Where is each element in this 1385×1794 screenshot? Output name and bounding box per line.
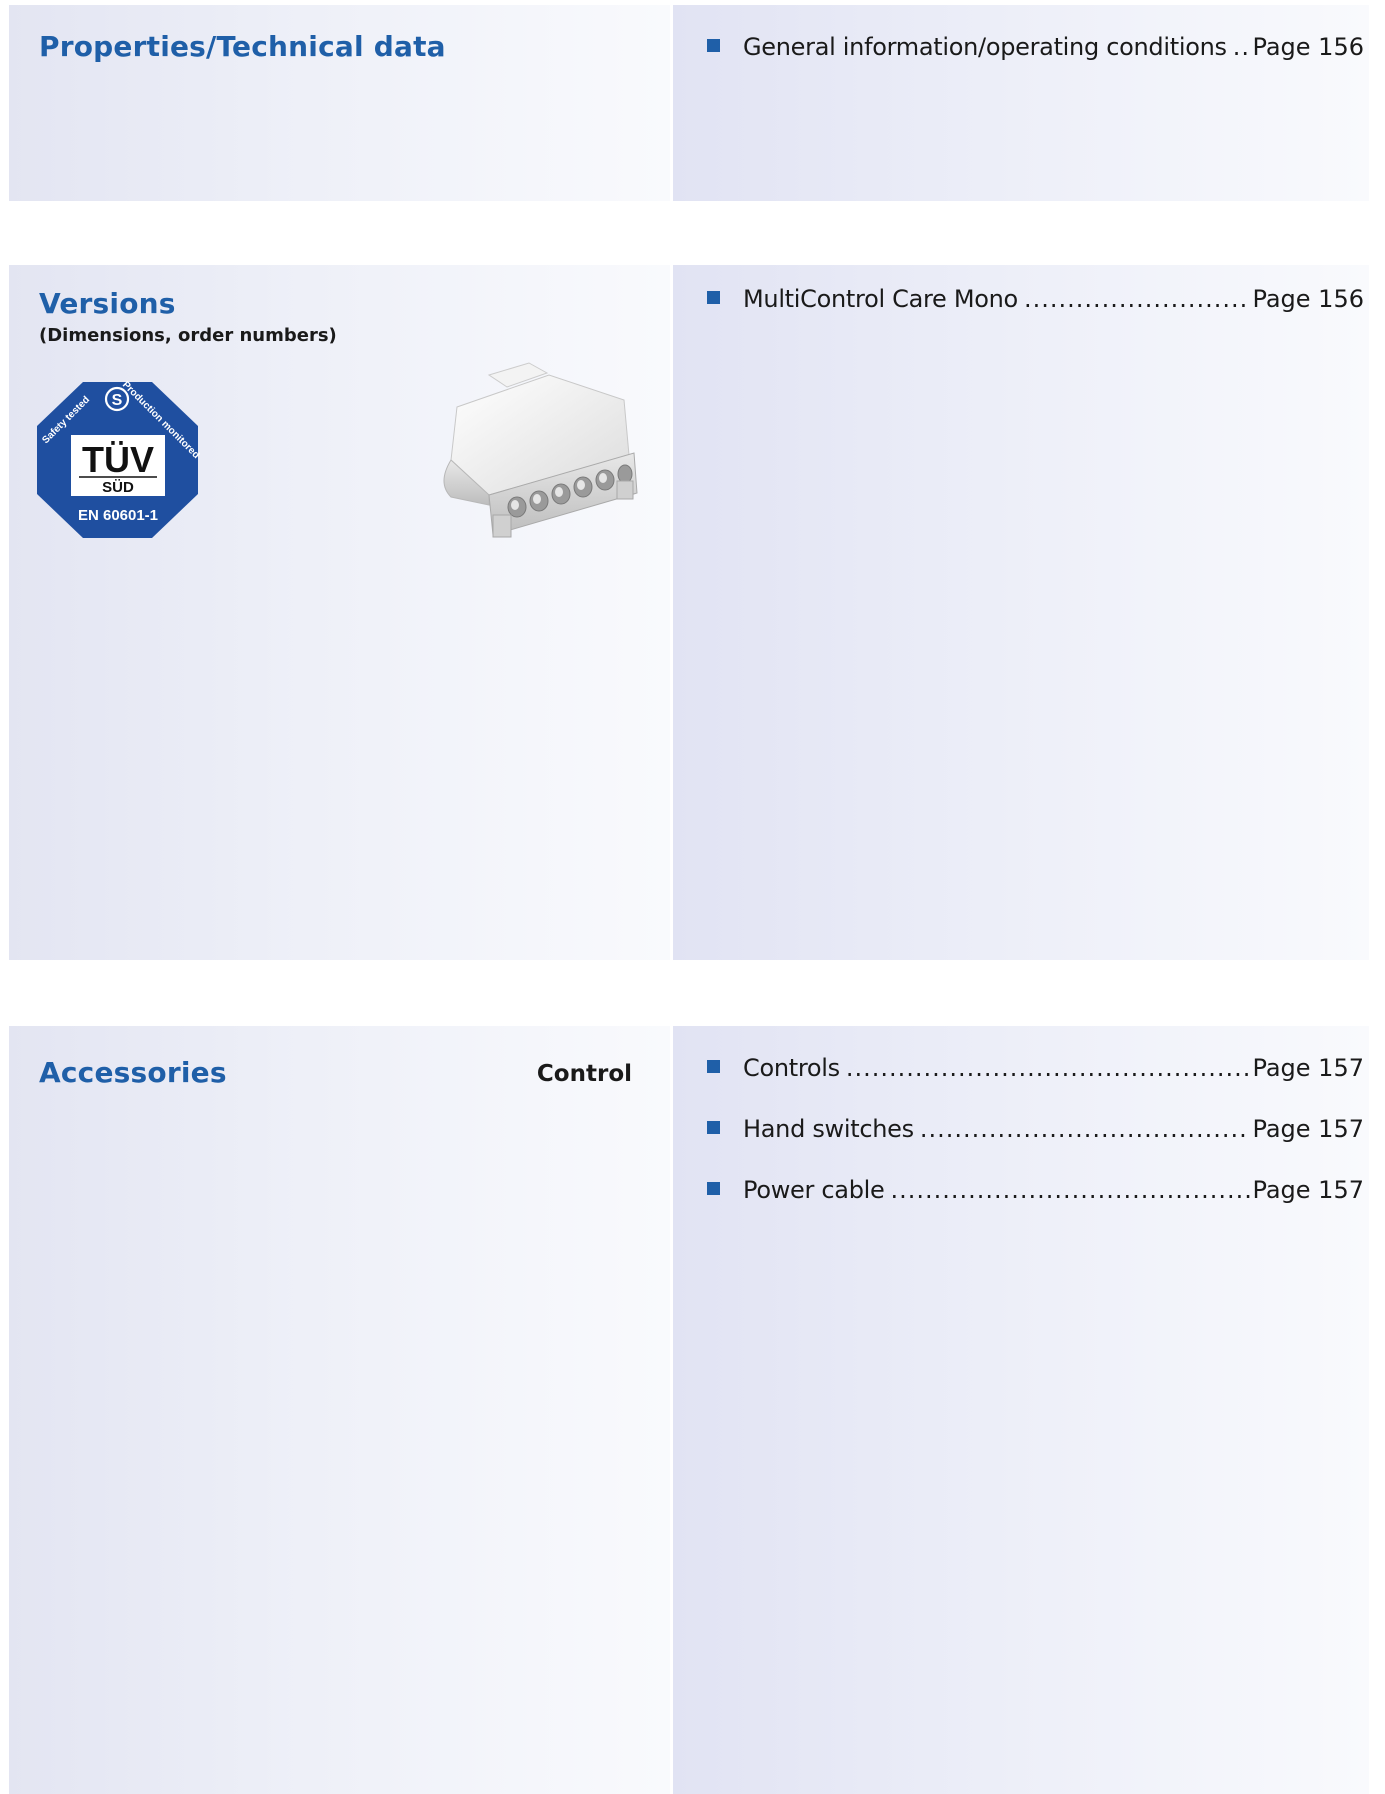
toc-page-ref[interactable]: Page 156 xyxy=(1252,33,1364,61)
toc-entry-hand-switches[interactable]: Hand switches Page 157 xyxy=(707,1115,1364,1176)
leader-dots xyxy=(920,1115,1251,1143)
toc-page-ref[interactable]: Page 157 xyxy=(1252,1115,1364,1143)
toc-entry-label: MultiControl Care Mono xyxy=(743,285,1018,313)
toc-page-ref[interactable]: Page 157 xyxy=(1252,1176,1364,1204)
toc-entry-label: Power cable xyxy=(743,1176,885,1204)
tuv-sud-certification-badge: S Safety tested Production monitored TÜV… xyxy=(37,380,200,538)
versions-right-panel: MultiControl Care Mono Page 156 xyxy=(673,265,1369,960)
versions-left-panel: Versions (Dimensions, order numbers) S S… xyxy=(9,265,670,960)
square-bullet-icon xyxy=(707,1060,720,1073)
toc-page-ref[interactable]: Page 157 xyxy=(1252,1054,1364,1082)
toc-entry-label: Controls xyxy=(743,1054,840,1082)
toc-entry-label: General information/operating conditions xyxy=(743,33,1227,61)
leader-dots xyxy=(846,1054,1251,1082)
leader-dots xyxy=(890,1176,1250,1204)
accessories-left-panel: Accessories Control xyxy=(9,1026,670,1794)
toc-entry-power-cable[interactable]: Power cable Page 157 xyxy=(707,1176,1364,1237)
square-bullet-icon xyxy=(707,1121,720,1134)
square-bullet-icon xyxy=(707,1182,720,1195)
control-unit-product-image xyxy=(443,362,638,538)
versions-subtitle: (Dimensions, order numbers) xyxy=(39,325,337,346)
svg-text:S: S xyxy=(112,392,123,409)
properties-right-panel: General information/operating conditions… xyxy=(673,5,1369,201)
badge-standard: EN 60601-1 xyxy=(78,507,158,524)
properties-left-panel: Properties/Technical data xyxy=(9,5,670,201)
properties-toc: General information/operating conditions… xyxy=(707,33,1364,94)
toc-entry-multicontrol-care-mono[interactable]: MultiControl Care Mono Page 156 xyxy=(707,285,1364,346)
toc-entry-general-information[interactable]: General information/operating conditions… xyxy=(707,33,1364,94)
versions-title: Versions xyxy=(39,287,176,320)
leader-dots xyxy=(1024,285,1251,313)
leader-dots xyxy=(1233,33,1251,61)
accessories-control-label: Control xyxy=(536,1061,632,1087)
toc-entry-label: Hand switches xyxy=(743,1115,914,1143)
badge-brand: TÜV xyxy=(82,439,154,480)
square-bullet-icon xyxy=(707,39,720,52)
accessories-title: Accessories xyxy=(39,1056,227,1089)
versions-toc: MultiControl Care Mono Page 156 xyxy=(707,285,1364,346)
square-bullet-icon xyxy=(707,291,720,304)
toc-page-ref[interactable]: Page 156 xyxy=(1252,285,1364,313)
badge-brand-sub: SÜD xyxy=(102,479,134,496)
accessories-toc: Controls Page 157 Hand switches Page 157… xyxy=(707,1054,1364,1237)
properties-title: Properties/Technical data xyxy=(39,30,446,63)
accessories-right-panel: Controls Page 157 Hand switches Page 157… xyxy=(673,1026,1369,1794)
toc-entry-controls[interactable]: Controls Page 157 xyxy=(707,1054,1364,1115)
